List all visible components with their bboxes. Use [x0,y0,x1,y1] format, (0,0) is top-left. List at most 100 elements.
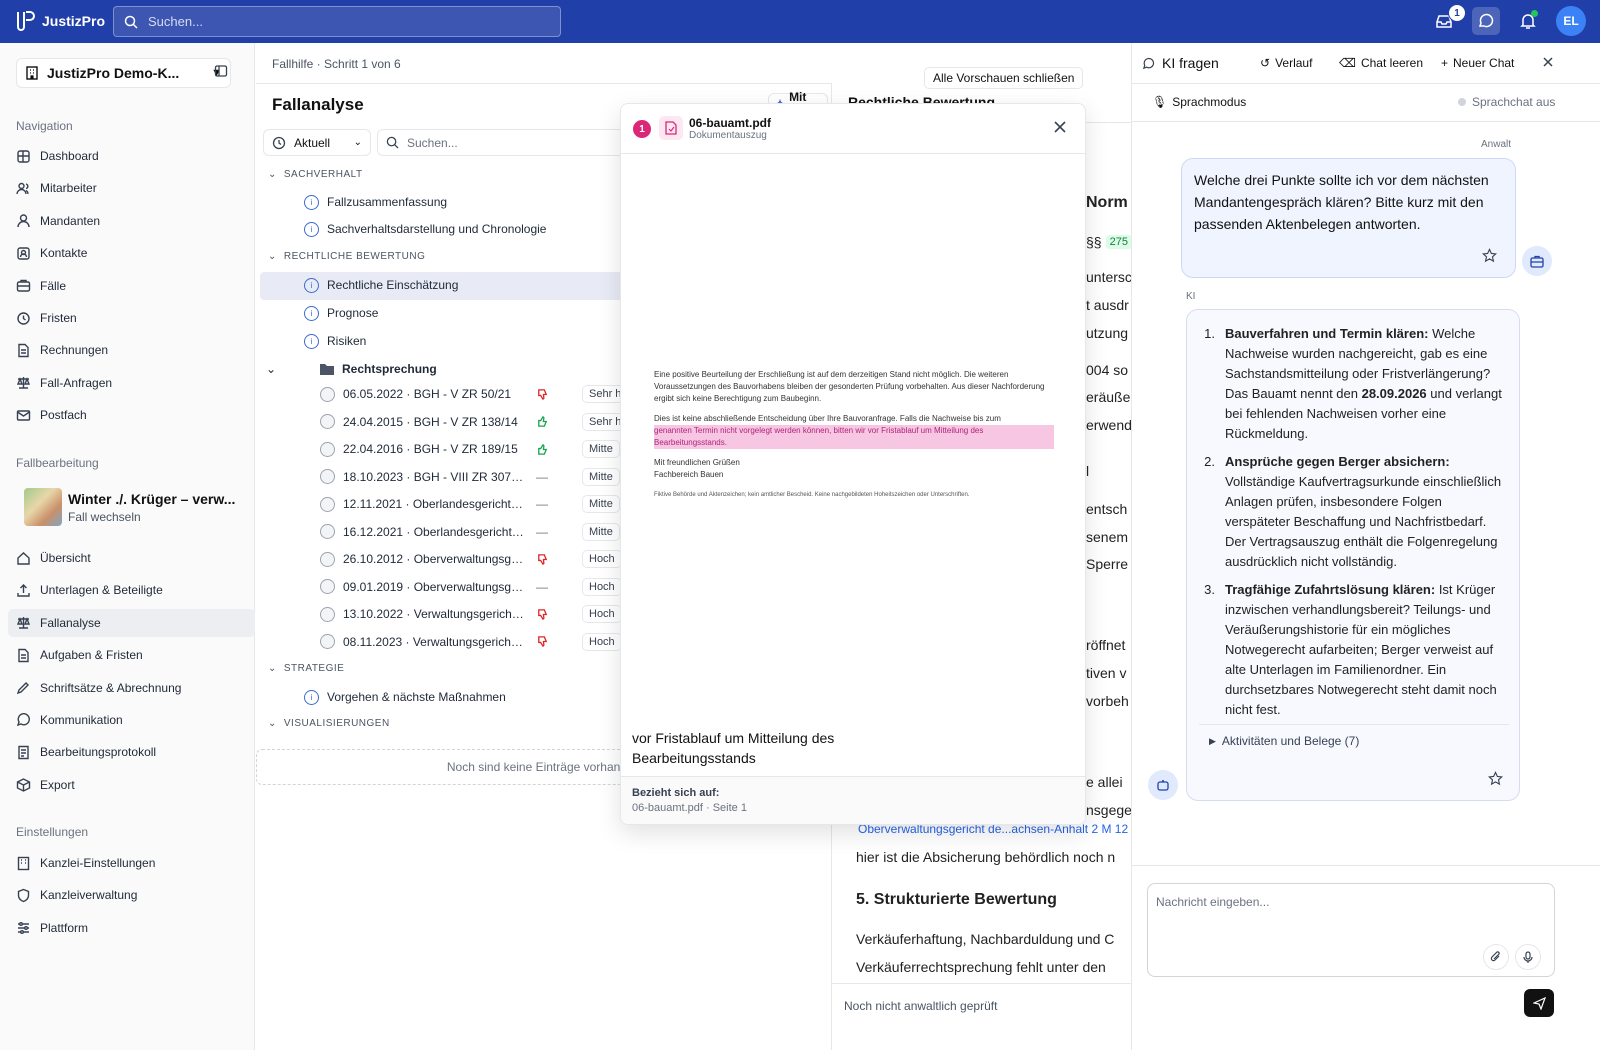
norm-chip[interactable]: 275 [1105,235,1132,249]
sidebar-item-postfach[interactable]: Postfach [8,401,255,429]
sidebar-item-kanzleiverwaltung[interactable]: Kanzleiverwaltung [8,881,255,909]
case-card[interactable]: Winter ./. Krüger – verw... Fall wechsel… [24,481,249,533]
thumbs-down-icon[interactable] [534,635,550,648]
users-icon [16,181,31,196]
sidebar-item-label: Rechnungen [40,343,109,358]
scale-icon [16,615,31,630]
thumbs-down-icon[interactable] [534,608,550,621]
tree-folder-rechtsprechung[interactable]: ⌄ Rechtsprechung [266,357,437,381]
neutral-dash-icon[interactable]: — [534,497,550,511]
chat-close-button[interactable] [1542,56,1554,68]
section-visualisierungen[interactable]: ⌄ VISUALISIERUNGEN [268,718,390,729]
sidebar-item-kontakte[interactable]: Kontakte [8,239,255,267]
tasks-button[interactable]: 1 [1430,4,1466,35]
reference-value[interactable]: 06-bauamt.pdf · Seite 1 [632,802,1076,814]
chevron-down-icon: ⌄ [353,137,362,148]
sliders-icon [16,920,31,935]
scale-icon [320,414,335,429]
sidebar-item-label: Fristen [40,311,77,325]
sidebar-item-bearbeitungsprotokoll[interactable]: Bearbeitungsprotokoll [8,738,255,766]
star-button[interactable] [1482,248,1497,263]
thumbs-down-icon[interactable] [534,553,550,566]
section-symbol: §§ [1086,234,1102,250]
sidebar-item-ubersicht[interactable]: Übersicht [8,544,255,572]
tree-item-vorgehen[interactable]: i Vorgehen & nächste Maßnahmen [304,685,506,709]
doc-highlighted-passage: genannten Termin nicht vorgelegt werden … [654,425,1054,449]
voice-input-button[interactable] [1515,944,1541,970]
sidebar-item-dashboard[interactable]: Dashboard [8,142,255,170]
sidebar-item-fristen[interactable]: Fristen [8,304,255,332]
tree-item-chronologie[interactable]: i Sachverhaltsdarstellung und Chronologie [304,217,546,241]
sidebar-item-schriftsatze-abrechnung[interactable]: Schriftsätze & Abrechnung [8,674,255,702]
version-filter-select[interactable]: Aktuell ⌄ [263,129,371,156]
close-icon [1543,57,1553,67]
chevron-down-icon: ⌄ [268,663,277,674]
thumbs-up-icon[interactable] [534,415,550,428]
tree-item-fallzusammenfassung[interactable]: i Fallzusammenfassung [304,190,447,214]
sidebar-item-export[interactable]: Export [8,771,255,799]
doc-department: Fachbereich Bauen [654,470,724,479]
global-search-input[interactable]: Suchen... [113,6,561,37]
user-avatar[interactable]: EL [1556,6,1586,36]
tree-item-risiken[interactable]: i Risiken [304,329,366,353]
sidebar-item-falle[interactable]: Fälle [8,272,255,300]
ai-answer-item: 3. Tragfähige Zufahrtslösung klären: Ist … [1199,580,1507,720]
sidebar-item-mitarbeiter[interactable]: Mitarbeiter [8,174,255,202]
neutral-dash-icon[interactable]: — [534,525,550,539]
sidebar-item-label: Kanzlei-Einstellungen [40,856,156,870]
notifications-button[interactable] [1514,7,1542,35]
voice-mode-button[interactable]: 🎙 Sprachmodus [1152,95,1246,109]
settings-heading: Einstellungen [16,825,89,839]
sidebar-item-kommunikation[interactable]: Kommunikation [8,706,255,734]
message-icon [16,712,31,728]
chat-title: KI fragen [1162,55,1219,71]
tree-item-rechtliche-einschaetzung[interactable]: i Rechtliche Einschätzung [304,273,458,297]
preview-close-button[interactable] [1053,120,1067,134]
page-title: Fallanalyse [272,95,364,114]
sidebar-item-fall-anfragen[interactable]: Fall-Anfragen [8,369,255,397]
sidebar-item-rechnungen[interactable]: Rechnungen [8,336,255,364]
sidebar-item-aufgaben-fristen[interactable]: Aufgaben & Fristen [8,641,255,669]
case-law-label: 06.05.2022 · BGH - V ZR 50/21 [343,387,512,401]
tasks-icon [16,648,31,663]
send-button[interactable] [1524,989,1554,1017]
neutral-dash-icon[interactable]: — [534,580,550,594]
close-all-previews-button[interactable]: Alle Vorschauen schließen [924,67,1084,89]
tree-item-prognose[interactable]: i Prognose [304,301,378,325]
scale-icon [320,634,335,649]
activities-toggle[interactable]: ▶ Aktivitäten und Belege (7) [1209,734,1359,748]
section-rechtlich[interactable]: ⌄ RECHTLICHE BEWERTUNG [268,251,425,262]
section-sachverhalt[interactable]: ⌄ SACHVERHALT [268,169,363,180]
thumbs-down-icon[interactable] [534,388,550,401]
chat-history-button[interactable]: ↺ Verlauf [1260,56,1312,70]
star-button[interactable] [1488,771,1503,786]
sidebar-collapse-button[interactable] [214,64,228,78]
doc-fine-print: Fiktive Behörde und Aktenzeichen; kein a… [654,492,970,498]
chat-toggle-button[interactable] [1472,7,1500,35]
case-switch-link[interactable]: Fall wechseln [68,510,235,524]
neutral-dash-icon[interactable]: — [534,470,550,484]
section-strategie[interactable]: ⌄ STRATEGIE [268,663,344,674]
organization-selector[interactable]: JustizPro Demo-K... ▼ [16,58,231,88]
sidebar-item-plattform[interactable]: Plattform [8,914,255,942]
attach-button[interactable] [1483,944,1509,970]
sidebar-item-fallanalyse[interactable]: Fallanalyse [8,608,255,637]
sidebar-item-mandanten[interactable]: Mandanten [8,207,255,235]
thumbs-up-icon[interactable] [534,443,550,456]
send-icon [1532,996,1546,1010]
sidebar-item-label: Aufgaben & Fristen [40,648,143,663]
item-text: Ist Krüger inzwischen verhandlungsbereit… [1225,582,1497,717]
assessment-text-fragment: t ausdr [1086,297,1129,313]
assessment-text-fragment: entsch [1086,501,1128,517]
chat-clear-button[interactable]: ⌫ Chat leeren [1339,56,1423,70]
case-law-label: 26.10.2012 · Oberverwaltungsger... [343,552,526,566]
new-chat-button[interactable]: + Neuer Chat [1441,56,1514,70]
analysis-search-input[interactable]: Suchen... [377,129,637,156]
close-icon [1054,121,1066,133]
sidebar-item-unterlagen-beteiligte[interactable]: Unterlagen & Beteiligte [8,576,255,604]
invoice-icon [16,343,31,358]
history-icon [272,136,286,149]
sidebar-item-kanzlei-einstellungen[interactable]: Kanzlei-Einstellungen [8,849,255,877]
brand-logo[interactable]: JustizPro [14,9,105,33]
message-input[interactable]: Nachricht eingeben... [1147,883,1555,977]
